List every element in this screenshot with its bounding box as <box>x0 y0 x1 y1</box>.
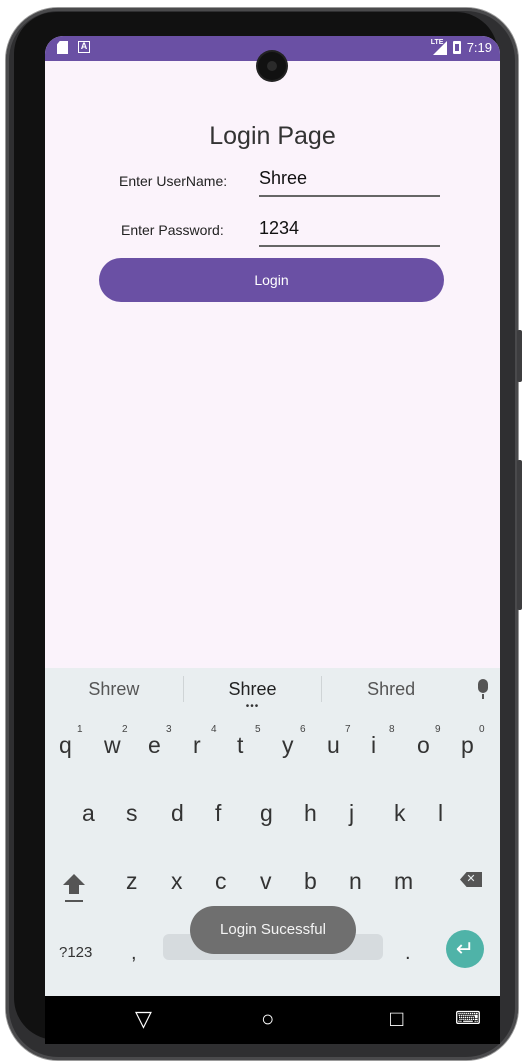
shift-indicator <box>65 900 83 902</box>
sd-card-icon <box>57 41 68 54</box>
password-input[interactable]: 1234 <box>259 218 440 247</box>
recents-icon[interactable]: □ <box>390 1006 403 1032</box>
keyboard-row-2: asdfghjkl <box>45 792 500 840</box>
key-u[interactable]: u <box>327 732 340 759</box>
key-v[interactable]: v <box>260 868 272 895</box>
key-r[interactable]: r <box>193 732 201 759</box>
key-a[interactable]: a <box>82 800 95 827</box>
back-icon[interactable]: ▽ <box>135 1006 152 1032</box>
key-q[interactable]: q <box>59 732 72 759</box>
key-e[interactable]: e <box>148 732 161 759</box>
volume-button <box>517 330 522 382</box>
enter-icon[interactable]: ↵ <box>446 930 484 968</box>
key-m[interactable]: m <box>394 868 413 895</box>
more-dots-icon: ••• <box>245 700 260 712</box>
microphone-icon[interactable] <box>478 679 489 699</box>
navigation-bar: ▽ ○ □ ⌨ <box>45 996 500 1044</box>
password-label: Enter Password: <box>121 222 224 238</box>
keyboard-row-3: ✕ z x c v b n m <box>45 860 500 908</box>
front-camera <box>258 52 286 80</box>
key-number-hint: 9 <box>435 724 441 735</box>
username-input[interactable]: Shree <box>259 168 440 197</box>
key-number-hint: 3 <box>166 724 172 735</box>
a-icon: A <box>78 41 90 53</box>
username-label: Enter UserName: <box>119 173 228 189</box>
suggestion-1[interactable]: Shrew <box>45 679 183 700</box>
home-icon[interactable]: ○ <box>261 1006 274 1032</box>
page-title: Login Page <box>209 122 336 150</box>
key-i[interactable]: i <box>371 732 376 759</box>
power-button <box>517 460 522 610</box>
key-number-hint: 6 <box>300 724 306 735</box>
key-number-hint: 0 <box>479 724 485 735</box>
suggestion-strip: Shrew Shree ••• Shred <box>45 668 500 712</box>
key-c[interactable]: c <box>215 868 227 895</box>
key-number-hint: 2 <box>122 724 128 735</box>
key-number-hint: 8 <box>389 724 395 735</box>
keyboard-row-1: q1 w2 e3 r4 t 5 y6 u7 i 8 o9 p0 <box>45 724 500 772</box>
key-number-hint: 7 <box>345 724 351 735</box>
soft-keyboard: Shrew Shree ••• Shred q1 w2 e3 r4 t 5 y6 u7 i 8 o9… <box>45 668 500 996</box>
shift-icon[interactable] <box>63 874 85 894</box>
symbols-key[interactable]: ?123 <box>59 944 92 961</box>
network-type: LTE <box>430 38 444 46</box>
key-n[interactable]: n <box>349 868 362 895</box>
key-x[interactable]: x <box>171 868 183 895</box>
toast-message: Login Sucessful <box>190 906 356 954</box>
key-y[interactable]: y <box>282 732 294 759</box>
key-number-hint: 4 <box>211 724 217 735</box>
backspace-icon[interactable]: ✕ <box>460 872 482 887</box>
period-key[interactable]: . <box>405 942 411 965</box>
comma-key[interactable]: , <box>131 942 137 965</box>
key-number-hint: 1 <box>77 724 83 735</box>
login-button[interactable]: Login <box>99 258 444 302</box>
suggestion-2-label: Shree <box>228 678 277 699</box>
battery-icon <box>452 41 461 54</box>
key-g[interactable]: g <box>260 800 273 827</box>
key-p[interactable]: p <box>461 732 474 759</box>
key-f[interactable]: f <box>215 800 221 827</box>
key-number-hint: 5 <box>255 724 261 735</box>
key-b[interactable]: b <box>304 868 317 895</box>
screen: A LTE 7:19 Login Page Enter UserName: Sh… <box>45 36 500 996</box>
key-w[interactable]: w <box>104 732 121 759</box>
key-s[interactable]: s <box>126 800 138 827</box>
suggestion-2[interactable]: Shree ••• <box>184 678 322 712</box>
key-d[interactable]: d <box>171 800 184 827</box>
key-j[interactable]: j <box>349 800 354 827</box>
key-z[interactable]: z <box>126 868 138 895</box>
key-t[interactable]: t <box>237 732 243 759</box>
suggestion-3[interactable]: Shred <box>322 679 460 700</box>
signal-icon: LTE <box>430 38 447 55</box>
key-l[interactable]: l <box>438 800 443 827</box>
key-k[interactable]: k <box>394 800 406 827</box>
clock: 7:19 <box>466 40 492 55</box>
keyboard-switch-icon[interactable]: ⌨ <box>455 1008 481 1029</box>
key-h[interactable]: h <box>304 800 317 827</box>
key-o[interactable]: o <box>417 732 430 759</box>
